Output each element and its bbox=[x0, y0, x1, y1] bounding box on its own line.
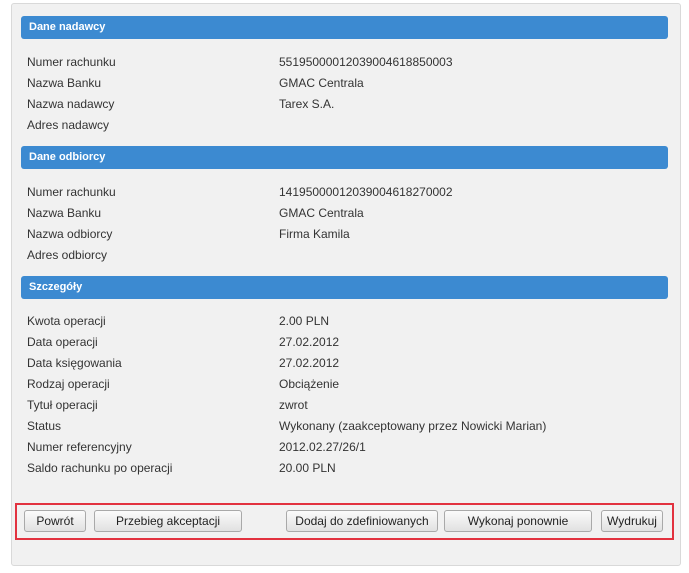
detail-label: Nazwa nadawcy bbox=[27, 97, 115, 111]
detail-row: Numer referencyjny 2012.02.27/26/1 bbox=[27, 437, 667, 458]
detail-row: Adres nadawcy bbox=[27, 115, 667, 136]
detail-label: Nazwa Banku bbox=[27, 76, 102, 90]
detail-value: GMAC Centrala bbox=[279, 76, 364, 90]
repeat-transaction-button[interactable]: Wykonaj ponownie bbox=[444, 510, 592, 532]
detail-value: 2.00 PLN bbox=[279, 314, 330, 328]
detail-row: Rodzaj operacji Obciążenie bbox=[27, 374, 667, 395]
detail-value: Obciążenie bbox=[279, 377, 340, 391]
section-header-sender: Dane nadawcy bbox=[21, 16, 668, 39]
detail-row: Nazwa nadawcy Tarex S.A. bbox=[27, 94, 667, 115]
detail-row: Nazwa odbiorcy Firma Kamila bbox=[27, 224, 667, 245]
detail-value: Firma Kamila bbox=[279, 227, 350, 241]
detail-row: Nazwa Banku GMAC Centrala bbox=[27, 73, 667, 94]
section-header-recipient: Dane odbiorcy bbox=[21, 146, 668, 169]
detail-value: 55195000012039004618850003 bbox=[279, 55, 453, 69]
detail-value: Tarex S.A. bbox=[279, 97, 335, 111]
detail-value: 20.00 PLN bbox=[279, 461, 336, 475]
detail-row: Adres odbiorcy bbox=[27, 245, 667, 266]
detail-label: Tytuł operacji bbox=[27, 398, 98, 412]
acceptance-history-button[interactable]: Przebieg akceptacji bbox=[94, 510, 242, 532]
detail-label: Numer referencyjny bbox=[27, 440, 132, 454]
detail-row: Data operacji 27.02.2012 bbox=[27, 332, 667, 353]
detail-value: 14195000012039004618270002 bbox=[279, 185, 453, 199]
print-button[interactable]: Wydrukuj bbox=[601, 510, 663, 532]
add-to-defined-button[interactable]: Dodaj do zdefiniowanych bbox=[286, 510, 438, 532]
detail-row: Kwota operacji 2.00 PLN bbox=[27, 311, 667, 332]
detail-row: Numer rachunku 5519500001203900461885000… bbox=[27, 52, 667, 73]
detail-label: Adres nadawcy bbox=[27, 118, 110, 132]
detail-value: 27.02.2012 bbox=[279, 356, 340, 370]
back-button[interactable]: Powrót bbox=[24, 510, 86, 532]
detail-label: Nazwa Banku bbox=[27, 206, 102, 220]
detail-label: Nazwa odbiorcy bbox=[27, 227, 113, 241]
detail-label: Numer rachunku bbox=[27, 55, 116, 69]
detail-label: Data operacji bbox=[27, 335, 98, 349]
detail-row: Saldo rachunku po operacji 20.00 PLN bbox=[27, 458, 667, 479]
detail-row: Numer rachunku 1419500001203900461827000… bbox=[27, 182, 667, 203]
detail-value: GMAC Centrala bbox=[279, 206, 364, 220]
detail-label: Data księgowania bbox=[27, 356, 122, 370]
detail-row: Nazwa Banku GMAC Centrala bbox=[27, 203, 667, 224]
detail-value: 27.02.2012 bbox=[279, 335, 340, 349]
detail-row: Status Wykonany (zaakceptowany przez Now… bbox=[27, 416, 667, 437]
detail-label: Status bbox=[27, 419, 62, 433]
detail-label: Numer rachunku bbox=[27, 185, 116, 199]
detail-row: Data księgowania 27.02.2012 bbox=[27, 353, 667, 374]
detail-value: zwrot bbox=[279, 398, 308, 412]
detail-label: Kwota operacji bbox=[27, 314, 106, 328]
detail-value: Wykonany (zaakceptowany przez Nowicki Ma… bbox=[279, 419, 547, 433]
detail-label: Saldo rachunku po operacji bbox=[27, 461, 173, 475]
detail-label: Rodzaj operacji bbox=[27, 377, 110, 391]
detail-value: 2012.02.27/26/1 bbox=[279, 440, 366, 454]
detail-label: Adres odbiorcy bbox=[27, 248, 108, 262]
section-header-details: Szczegóły bbox=[21, 276, 668, 299]
detail-row: Tytuł operacji zwrot bbox=[27, 395, 667, 416]
